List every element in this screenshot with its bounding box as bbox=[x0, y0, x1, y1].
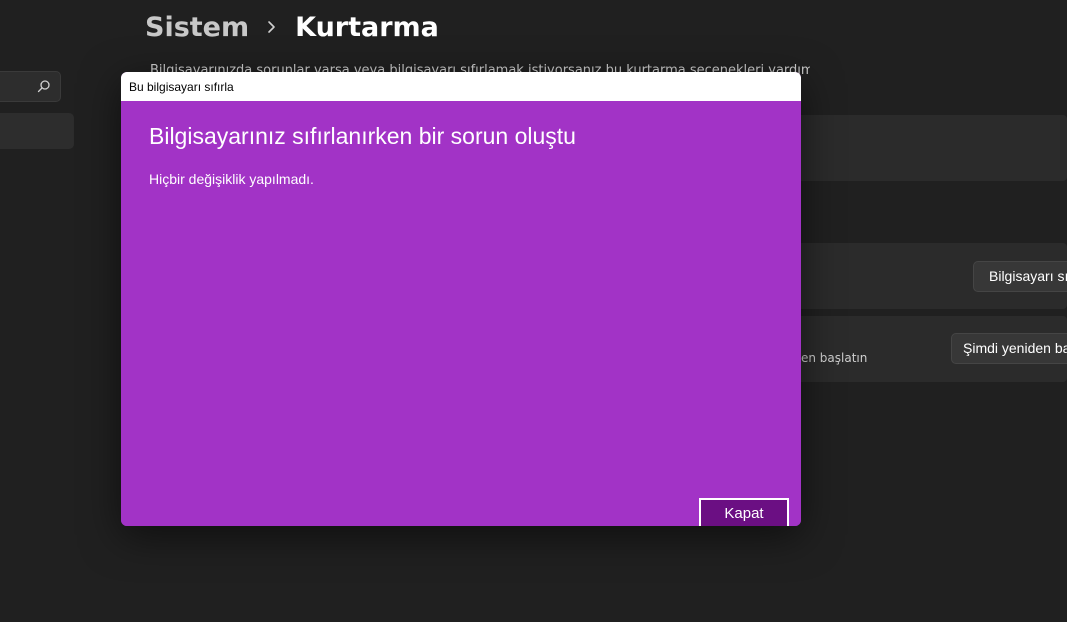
reset-pc-button[interactable]: Bilgisayarı sıfırla bbox=[973, 261, 1067, 292]
dialog-heading: Bilgisayarınız sıfırlanırken bir sorun o… bbox=[149, 123, 576, 149]
advanced-startup-subtitle: en başlatın bbox=[801, 351, 868, 365]
page-title: Kurtarma bbox=[295, 11, 439, 43]
chevron-right-icon bbox=[268, 21, 275, 33]
reset-pc-dialog: Bu bilgisayarı sıfırla Bilgisayarınız sı… bbox=[121, 72, 801, 526]
sidebar-item-selected[interactable] bbox=[0, 113, 74, 149]
restart-now-button[interactable]: Şimdi yeniden başlat bbox=[951, 333, 1067, 364]
breadcrumb: Sistem Kurtarma bbox=[145, 8, 439, 46]
search-input[interactable] bbox=[0, 71, 61, 102]
search-icon[interactable] bbox=[37, 79, 51, 93]
close-button[interactable]: Kapat bbox=[699, 498, 789, 526]
breadcrumb-parent[interactable]: Sistem bbox=[145, 12, 249, 43]
settings-window: Sistem Kurtarma Bilgisayarınızda sorunla… bbox=[0, 0, 1067, 622]
dialog-body: Bilgisayarınız sıfırlanırken bir sorun o… bbox=[121, 101, 801, 526]
dialog-title: Bu bilgisayarı sıfırla bbox=[121, 72, 801, 101]
dialog-message: Hiçbir değişiklik yapılmadı. bbox=[149, 171, 314, 187]
